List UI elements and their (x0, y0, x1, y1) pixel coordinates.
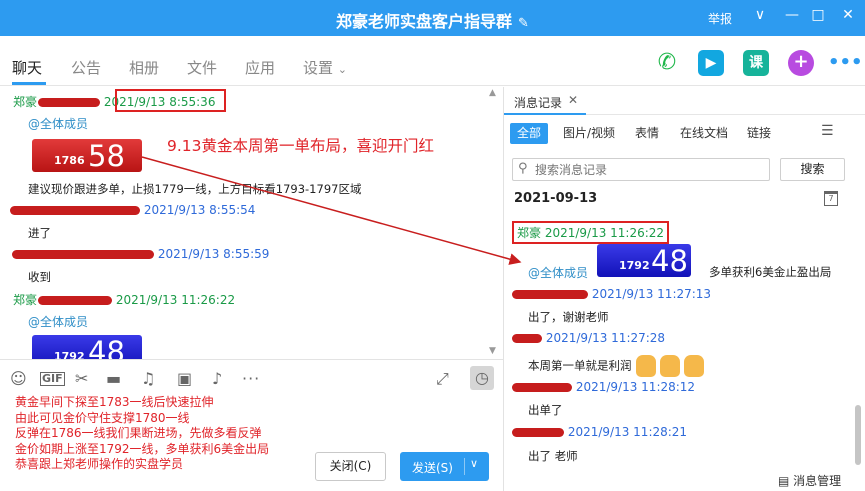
annotation-arrow (141, 156, 522, 265)
